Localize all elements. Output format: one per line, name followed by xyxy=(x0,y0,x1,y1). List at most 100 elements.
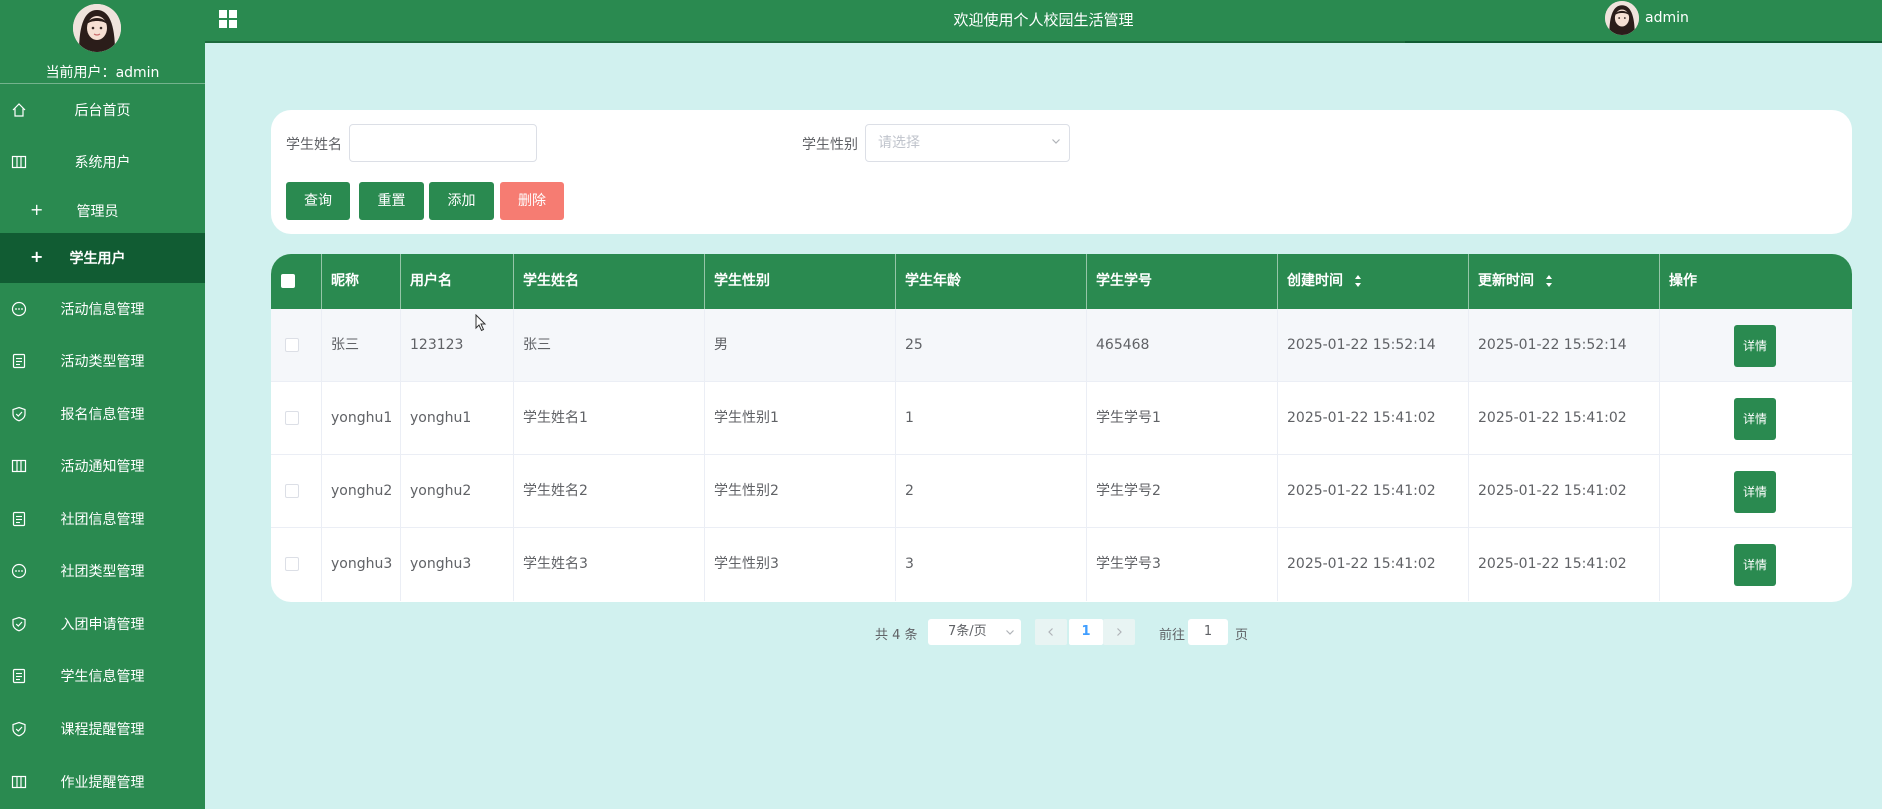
current-user-text: 当前用户：admin xyxy=(0,62,205,82)
top-user-name: admin xyxy=(1645,10,1689,26)
column-header: 学生学号 xyxy=(1087,254,1278,309)
row-select-cell xyxy=(271,455,322,528)
column-header: 学生性别 xyxy=(705,254,896,309)
sidebar-item-signup-info[interactable]: 报名信息管理 xyxy=(0,388,205,440)
table-row: 张三 123123 张三 男 25 465468 2025-01-22 15:5… xyxy=(271,309,1852,382)
avatar xyxy=(1605,1,1639,35)
sidebar-item-activity-notice[interactable]: 活动通知管理 xyxy=(0,440,205,492)
sidebar-item-activity-type[interactable]: 活动类型管理 xyxy=(0,335,205,387)
sidebar-item-system-users[interactable]: 系统用户 xyxy=(0,136,205,188)
cell-age: 2 xyxy=(896,455,1087,528)
select-all-checkbox[interactable] xyxy=(281,274,295,288)
cell-created: 2025-01-22 15:41:02 xyxy=(1278,382,1469,455)
goto-label: 前往 xyxy=(1159,628,1186,643)
sidebar-item-label: 社团类型管理 xyxy=(60,564,145,580)
sidebar-item-course-reminder[interactable]: 课程提醒管理 xyxy=(0,703,205,755)
cell-gender: 男 xyxy=(705,309,896,382)
next-page-button[interactable] xyxy=(1103,619,1135,645)
student-gender-placeholder: 请选择 xyxy=(878,135,920,151)
select-all-column xyxy=(271,254,322,309)
cell-name: 学生姓名1 xyxy=(514,382,705,455)
reset-button[interactable]: 重置 xyxy=(359,182,424,220)
query-button[interactable]: 查询 xyxy=(286,182,350,220)
row-checkbox[interactable] xyxy=(285,557,299,571)
page-number-current[interactable]: 1 xyxy=(1069,619,1103,645)
cell-created: 2025-01-22 15:41:02 xyxy=(1278,528,1469,601)
detail-button[interactable]: 详情 xyxy=(1734,398,1776,440)
sidebar-item-homework-reminder[interactable]: 作业提醒管理 xyxy=(0,756,205,808)
cell-updated: 2025-01-22 15:41:02 xyxy=(1469,382,1660,455)
row-checkbox[interactable] xyxy=(285,484,299,498)
detail-button[interactable]: 详情 xyxy=(1734,544,1776,586)
detail-button[interactable]: 详情 xyxy=(1734,471,1776,513)
student-table: 昵称 用户名 学生姓名 学生性别 学生年龄 学生学号 创建时间 更新时间 操作 … xyxy=(271,254,1852,602)
sidebar-profile: 当前用户：admin xyxy=(0,0,205,84)
cell-username: yonghu1 xyxy=(401,382,514,455)
sidebar-item-club-info[interactable]: 社团信息管理 xyxy=(0,493,205,545)
top-bar: 欢迎使用个人校园生活管理 admin xyxy=(205,0,1882,43)
cell-username: 123123 xyxy=(401,309,514,382)
row-checkbox[interactable] xyxy=(285,338,299,352)
row-checkbox[interactable] xyxy=(285,411,299,425)
cell-name: 张三 xyxy=(514,309,705,382)
pagination-total: 共 4 条 xyxy=(875,628,918,643)
column-header-created[interactable]: 创建时间 xyxy=(1278,254,1469,309)
cell-created: 2025-01-22 15:41:02 xyxy=(1278,455,1469,528)
student-gender-select[interactable]: 请选择 xyxy=(865,124,1070,162)
top-user-menu[interactable]: admin xyxy=(1605,0,1689,36)
cell-nickname: yonghu1 xyxy=(322,382,401,455)
cell-username: yonghu2 xyxy=(401,455,514,528)
sidebar-item-label: 学生用户 xyxy=(69,251,126,267)
column-header-label: 更新时间 xyxy=(1478,273,1534,289)
cell-nickname: yonghu2 xyxy=(322,455,401,528)
cell-updated: 2025-01-22 15:52:14 xyxy=(1469,309,1660,382)
sidebar-item-label: 活动通知管理 xyxy=(60,459,145,475)
sidebar-item-home[interactable]: 后台首页 xyxy=(0,84,205,136)
row-select-cell xyxy=(271,528,322,601)
page-size-value: 7条/页 xyxy=(948,624,987,639)
add-button[interactable]: 添加 xyxy=(429,182,494,220)
sidebar-item-join-request[interactable]: 入团申请管理 xyxy=(0,598,205,650)
sidebar-item-student-info[interactable]: 学生信息管理 xyxy=(0,650,205,702)
student-name-input[interactable] xyxy=(349,124,537,162)
cell-username: yonghu3 xyxy=(401,528,514,601)
current-user-name: admin xyxy=(115,65,160,81)
student-name-label: 学生姓名 xyxy=(286,137,342,153)
column-header: 昵称 xyxy=(322,254,401,309)
page-size-select[interactable]: 7条/页 xyxy=(928,619,1021,645)
sidebar-item-activity-info[interactable]: 活动信息管理 xyxy=(0,283,205,335)
sidebar-item-admins[interactable]: + 管理员 xyxy=(0,185,205,237)
sidebar-item-club-type[interactable]: 社团类型管理 xyxy=(0,545,205,597)
sidebar-item-label: 课程提醒管理 xyxy=(60,722,145,738)
column-header: 操作 xyxy=(1669,273,1697,289)
sidebar-item-label: 报名信息管理 xyxy=(60,407,145,423)
chevron-right-icon xyxy=(1117,628,1122,636)
sidebar-item-label: 社团信息管理 xyxy=(60,512,145,528)
delete-button[interactable]: 删除 xyxy=(500,182,564,220)
sidebar-item-label: 后台首页 xyxy=(74,103,131,119)
sidebar: 当前用户：admin 后台首页 系统用户 + 管理员 + 学生用户 活动信息管理… xyxy=(0,0,205,809)
avatar xyxy=(73,4,121,52)
cell-name: 学生姓名2 xyxy=(514,455,705,528)
cell-age: 1 xyxy=(896,382,1087,455)
sidebar-item-label: 活动信息管理 xyxy=(60,302,145,318)
sidebar-item-student-users[interactable]: + 学生用户 xyxy=(0,233,205,283)
cell-student-no: 学生学号3 xyxy=(1087,528,1278,601)
sort-icon[interactable] xyxy=(1545,274,1553,288)
cell-age: 3 xyxy=(896,528,1087,601)
page-unit-label: 页 xyxy=(1235,628,1249,643)
column-header-updated[interactable]: 更新时间 xyxy=(1469,254,1660,309)
goto-page-input[interactable]: 1 xyxy=(1188,619,1228,645)
cell-nickname: 张三 xyxy=(322,309,401,382)
sidebar-item-label: 管理员 xyxy=(76,204,119,220)
table-row: yonghu1 yonghu1 学生姓名1 学生性别1 1 学生学号1 2025… xyxy=(271,382,1852,455)
sort-icon[interactable] xyxy=(1354,274,1362,288)
detail-button[interactable]: 详情 xyxy=(1734,325,1776,367)
column-header: 学生年龄 xyxy=(896,254,1087,309)
prev-page-button[interactable] xyxy=(1035,619,1067,645)
row-select-cell xyxy=(271,382,322,455)
cell-updated: 2025-01-22 15:41:02 xyxy=(1469,455,1660,528)
cell-created: 2025-01-22 15:52:14 xyxy=(1278,309,1469,382)
cell-name: 学生姓名3 xyxy=(514,528,705,601)
chevron-left-icon xyxy=(1048,628,1053,636)
